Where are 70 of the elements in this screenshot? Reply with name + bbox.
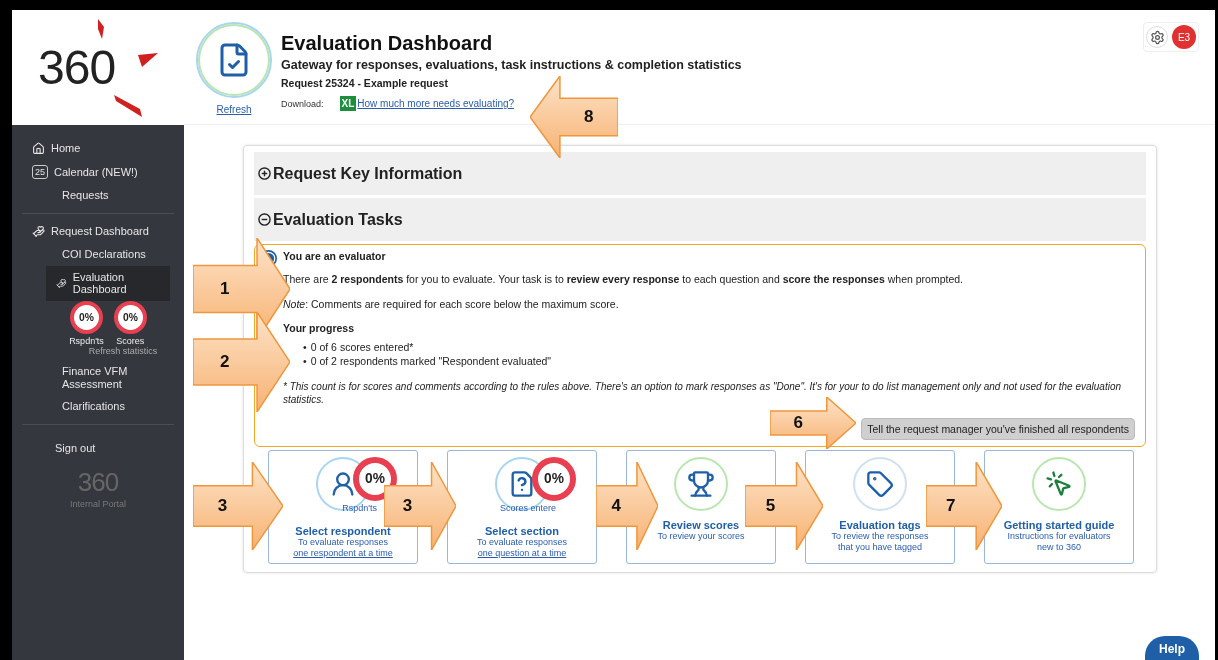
progress-ring: 0% bbox=[70, 300, 103, 334]
tile-description: To evaluate responses one question at a time bbox=[475, 536, 569, 560]
accordion-header[interactable]: Request Key Information bbox=[254, 152, 1146, 195]
info-heading: You are an evaluator bbox=[283, 250, 387, 262]
tile-title: Getting started guide bbox=[1003, 518, 1115, 531]
tile-link[interactable]: one question at a time bbox=[477, 548, 567, 559]
sidebar-item[interactable]: COI Declarations bbox=[12, 243, 184, 266]
download-link[interactable]: How much more needs evaluating? bbox=[357, 98, 515, 109]
logo-text: 360 bbox=[38, 43, 116, 92]
tile-title: Evaluation tags bbox=[839, 518, 921, 531]
stat-label: Rspdn'ts bbox=[342, 502, 377, 513]
info-text: There are 2 respondents for you to evaluate. Your task is to review every response to each question and score the responses when prompted. bbox=[283, 273, 965, 287]
tile-title: Select section bbox=[485, 524, 559, 537]
callout-number: 2 bbox=[220, 352, 230, 372]
footnote: * This count is for scores and comments according to the rules above. There's an option to mark responses as "Done". It's for your to do list management only and not used for the evaluation statistics. bbox=[283, 379, 1123, 407]
bullet: • bbox=[303, 341, 307, 355]
page-subtitle: Gateway for responses, evaluations, task instructions & completion statistics bbox=[281, 58, 742, 72]
stat-label: Rspdn'ts bbox=[69, 335, 104, 346]
sidebar-item[interactable]: Sign out bbox=[12, 436, 184, 460]
page-title: Evaluation Dashboard bbox=[281, 32, 494, 55]
sidebar-item[interactable]: Evaluation Dashboard bbox=[46, 265, 170, 301]
progress-item: 0 of 6 scores entered* bbox=[310, 341, 414, 355]
download-label: Download: bbox=[281, 98, 324, 109]
bullet: • bbox=[303, 354, 307, 369]
expand-icon bbox=[258, 167, 271, 180]
sidebar-item[interactable]: Finance VFM Assessment bbox=[12, 359, 184, 396]
tile-title: Select respondent bbox=[295, 524, 391, 537]
tile-link[interactable]: one respondent at a time bbox=[293, 548, 393, 559]
progress-item: 0 of 2 respondents marked "Respondent evaluated" bbox=[310, 354, 552, 369]
callout-number: 4 bbox=[611, 496, 621, 516]
callout-number: 6 bbox=[793, 413, 803, 433]
portal-caption: Internal Portal bbox=[70, 499, 126, 510]
home-icon bbox=[32, 142, 45, 155]
sidebar-item[interactable]: Request Dashboard bbox=[12, 220, 184, 243]
excel-icon: XL bbox=[339, 96, 357, 111]
sidebar-item[interactable]: Home bbox=[12, 137, 184, 160]
progress-ring: 0% bbox=[353, 456, 397, 501]
progress-heading: Your progress bbox=[283, 322, 355, 335]
sidebar-item[interactable]: Clarifications bbox=[12, 395, 184, 418]
callout-number: 1 bbox=[220, 279, 230, 299]
cursor-click-icon bbox=[1045, 469, 1073, 498]
tile-description: To review your scores bbox=[656, 530, 746, 543]
sidebar-item[interactable]: 25 Calendar (NEW!) bbox=[12, 160, 184, 185]
stat-label: Scores bbox=[116, 335, 145, 346]
hand-icon bbox=[56, 276, 67, 290]
collapse-icon bbox=[258, 213, 271, 226]
finished-button[interactable]: Tell the request manager you've finished all respondents bbox=[861, 417, 1135, 440]
progress-ring: 0% bbox=[532, 456, 576, 501]
callout-number: 8 bbox=[583, 107, 594, 127]
callout-number: 3 bbox=[402, 496, 413, 516]
progress-ring: 0% bbox=[113, 300, 147, 334]
refresh-statistics-link[interactable]: Refresh statistics bbox=[88, 345, 158, 356]
sidebar-item[interactable]: Requests bbox=[12, 184, 184, 207]
help-button[interactable]: Help bbox=[1145, 636, 1199, 660]
settings-button[interactable] bbox=[1146, 26, 1168, 48]
tile-description: To review the responses that you have tagged bbox=[830, 530, 930, 554]
request-name: Request 25324 - Example request bbox=[281, 77, 449, 89]
info-note: Note: Comments are required for each score below the maximum score. bbox=[283, 297, 620, 312]
tag-icon bbox=[866, 469, 894, 498]
refresh-link[interactable]: Refresh bbox=[216, 104, 252, 115]
tile-title: Review scores bbox=[662, 518, 740, 531]
accordion-header[interactable]: Evaluation Tasks bbox=[254, 198, 1146, 241]
stat-label: Scores entere bbox=[499, 502, 556, 513]
user-avatar[interactable]: E3 bbox=[1172, 25, 1196, 49]
calendar-icon: 25 bbox=[32, 165, 48, 180]
callout-number: 7 bbox=[946, 496, 956, 516]
callout-number: 5 bbox=[765, 496, 776, 516]
tile-description: Instructions for evaluators new to 360 bbox=[1007, 530, 1111, 554]
tile-description: To evaluate responses one respondent at a time bbox=[292, 536, 394, 560]
callout-number: 3 bbox=[217, 496, 228, 516]
